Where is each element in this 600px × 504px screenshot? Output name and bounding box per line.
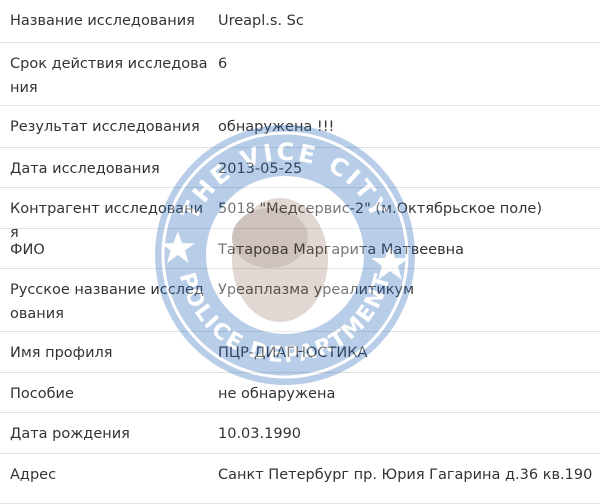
field-label: Срок действия исследования [10,56,208,96]
table-row: Результат исследования обнаружена !!! [0,106,600,148]
field-value: 5018 "Медсервис-2" (м.Октябрьское поле) [218,201,542,217]
field-label: Дата рождения [10,426,130,442]
field-label: Русское название исследования [10,282,204,322]
table-row: Пособие не обнаружена [0,373,600,413]
table-row: Контрагент исследования 5018 "Медсервис-… [0,188,600,241]
table-row: Имя профиля ПЦР-ДИАГНОСТИКА [0,332,600,373]
table-row: Срок действия исследования 6 [0,43,600,106]
field-label: Пособие [10,386,74,402]
field-value: 10.03.1990 [218,426,302,442]
field-label: ФИО [10,242,45,258]
field-label: Название исследования [10,13,195,29]
record-details-table: Название исследования Ureapl.s. Sc Срок … [0,0,600,504]
field-value: Уреаплазма уреалитикум [218,282,415,298]
field-value: Ureapl.s. Sc [218,13,304,29]
field-value: ПЦР-ДИАГНОСТИКА [218,345,368,361]
table-row: Адрес Санкт Петербург пр. Юрия Гагарина … [0,454,600,504]
table-row: Русское название исследования Уреаплазма… [0,269,600,332]
field-label: Дата исследования [10,161,160,177]
field-value: обнаружена !!! [218,119,335,135]
field-value: 6 [218,56,228,72]
table-row: Дата исследования 2013-05-25 [0,148,600,188]
field-label: Имя профиля [10,345,113,361]
field-label: Результат исследования [10,119,200,135]
table-row: Название исследования Ureapl.s. Sc [0,0,600,43]
field-value: 2013-05-25 [218,161,303,177]
field-value: Санкт Петербург пр. Юрия Гагарина д.36 к… [218,467,593,483]
table-row: ФИО Татарова Маргарита Матвеевна [0,229,600,269]
table-row: Дата рождения 10.03.1990 [0,413,600,454]
field-value: Татарова Маргарита Матвеевна [218,242,465,258]
field-label: Адрес [10,467,57,483]
field-value: не обнаружена [218,386,336,402]
